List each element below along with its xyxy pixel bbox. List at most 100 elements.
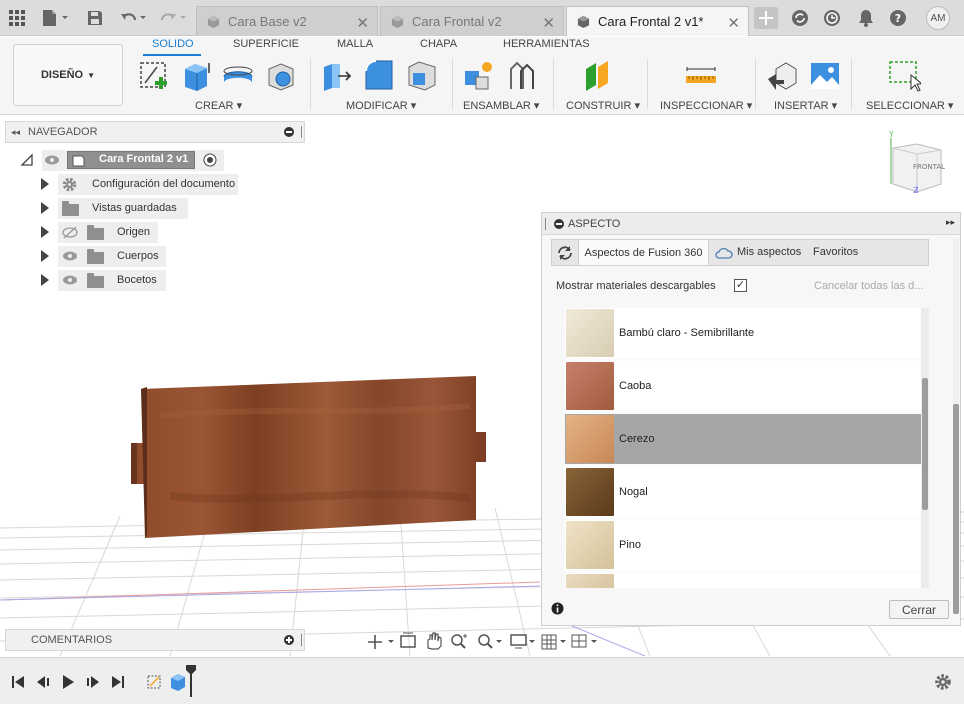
tab-cara-base[interactable]: Cara Base v2 ✕ (196, 6, 378, 36)
offset-plane-icon[interactable] (582, 59, 616, 93)
pin-icon[interactable] (301, 634, 302, 646)
collapse-left-icon[interactable]: ◂◂ (11, 127, 20, 138)
eye-hidden-icon[interactable] (62, 226, 78, 239)
fit-zoom-icon[interactable] (478, 634, 502, 649)
select-icon[interactable] (887, 59, 921, 93)
orbit-icon[interactable] (368, 635, 394, 649)
group-construir[interactable]: CONSTRUIR ▾ (566, 99, 640, 112)
timeline-extrude-feature-icon[interactable] (168, 671, 188, 693)
tab-solido[interactable]: SOLIDO (152, 38, 194, 50)
close-button[interactable]: Cerrar (889, 600, 949, 619)
new-tab-icon[interactable] (754, 7, 778, 29)
tab-fusion-appearances[interactable]: Aspectos de Fusion 360 (578, 240, 709, 265)
file-menu-icon[interactable] (40, 7, 70, 29)
sync-icon[interactable] (790, 7, 810, 29)
fillet-icon[interactable] (362, 59, 396, 93)
eye-icon[interactable] (44, 154, 60, 166)
undo-icon[interactable] (118, 7, 148, 29)
viewports-icon[interactable] (571, 634, 597, 648)
group-inspeccionar[interactable]: INSPECCIONAR ▾ (660, 99, 752, 112)
material-item-cerezo[interactable]: Cerezo (565, 414, 922, 464)
minimize-icon[interactable] (554, 218, 564, 229)
refresh-icon[interactable] (556, 244, 574, 262)
user-avatar[interactable]: AM (926, 6, 950, 30)
step-forward-icon[interactable] (86, 675, 100, 689)
extrude-icon[interactable] (179, 59, 213, 93)
tab-my-appearances[interactable]: Mis aspectos (737, 246, 801, 258)
create-sketch-icon[interactable] (137, 59, 171, 93)
play-icon[interactable] (61, 675, 75, 689)
job-status-icon[interactable] (822, 7, 842, 29)
activate-radio-icon[interactable] (203, 153, 217, 167)
info-icon[interactable] (551, 602, 564, 615)
workspace-switcher[interactable]: DISEÑO ▼ (13, 44, 123, 106)
tab-cara-frontal-2[interactable]: Cara Frontal 2 v1* ✕ (566, 6, 749, 36)
close-icon[interactable]: ✕ (542, 14, 555, 32)
save-icon[interactable] (86, 7, 104, 29)
wood-board-body[interactable] (131, 376, 486, 538)
expand-triangle-icon[interactable] (41, 250, 49, 262)
show-downloadable-checkbox[interactable]: ✓ (734, 279, 747, 292)
new-component-icon[interactable] (462, 59, 496, 93)
chamfer-icon[interactable] (405, 59, 439, 93)
scrollbar-thumb[interactable] (922, 378, 928, 510)
look-at-icon[interactable] (400, 632, 416, 648)
tab-favorites[interactable]: Favoritos (813, 246, 858, 258)
comments-header[interactable]: COMENTARIOS (5, 629, 305, 651)
display-settings-icon[interactable] (510, 634, 535, 649)
close-icon[interactable]: ✕ (356, 14, 369, 32)
material-item-bambu[interactable]: Bambú claro - Semibrillante (565, 308, 922, 358)
material-item-nogal[interactable]: Nogal (565, 467, 922, 517)
navigator-item-configuracion[interactable]: Configuración del documento (40, 174, 240, 195)
material-list-scrollbar[interactable] (921, 308, 929, 588)
tab-cara-frontal[interactable]: Cara Frontal v2 ✕ (380, 6, 564, 36)
material-item-caoba[interactable]: Caoba (565, 361, 922, 411)
go-to-start-icon[interactable] (11, 675, 25, 689)
shell-icon[interactable] (264, 59, 298, 93)
scrollbar-thumb[interactable] (953, 404, 959, 614)
press-pull-icon[interactable] (320, 59, 354, 93)
eye-icon[interactable] (62, 250, 78, 262)
navigator-item-origen[interactable]: Origen (40, 222, 160, 243)
apps-grid-icon[interactable] (8, 7, 26, 29)
step-back-icon[interactable] (36, 675, 50, 689)
material-item-pino[interactable]: Pino (565, 520, 922, 570)
timeline-settings-gear-icon[interactable] (934, 673, 952, 691)
cancel-downloads-link[interactable]: Cancelar todas las d... (814, 280, 923, 292)
expand-triangle-icon[interactable] (20, 153, 34, 167)
expand-triangle-icon[interactable] (41, 178, 49, 190)
timeline-sketch-feature-icon[interactable] (146, 672, 164, 692)
group-ensamblar[interactable]: ENSAMBLAR ▾ (463, 99, 539, 112)
grip-icon[interactable] (545, 217, 546, 230)
expand-triangle-icon[interactable] (41, 226, 49, 238)
eye-icon[interactable] (62, 274, 78, 286)
group-modificar[interactable]: MODIFICAR ▾ (346, 99, 416, 112)
tab-herramientas[interactable]: HERRAMIENTAS (503, 38, 590, 50)
minimize-icon[interactable] (284, 127, 294, 137)
appearance-dialog-header[interactable]: ASPECTO ▸▸ (542, 213, 960, 235)
expand-triangle-icon[interactable] (41, 202, 49, 214)
tab-superficie[interactable]: SUPERFICIE (233, 38, 299, 50)
tab-malla[interactable]: MALLA (337, 38, 373, 50)
close-icon[interactable]: ✕ (727, 14, 740, 32)
group-crear[interactable]: CREAR ▾ (195, 99, 242, 112)
navigator-item-vistas[interactable]: Vistas guardadas (40, 198, 190, 219)
redo-icon[interactable] (158, 7, 188, 29)
tab-chapa[interactable]: CHAPA (420, 38, 457, 50)
pin-icon[interactable] (301, 126, 302, 138)
navigator-item-bocetos[interactable]: Bocetos (40, 270, 168, 291)
timeline-marker[interactable] (186, 665, 196, 697)
add-comment-icon[interactable] (284, 635, 294, 645)
measure-icon[interactable] (684, 59, 718, 93)
navigator-header[interactable]: ◂◂ NAVEGADOR (5, 121, 305, 143)
insert-canvas-icon[interactable] (808, 59, 842, 93)
joint-icon[interactable] (505, 59, 539, 93)
notifications-bell-icon[interactable] (856, 7, 876, 29)
zoom-icon[interactable] (451, 634, 467, 649)
expand-right-icon[interactable]: ▸▸ (946, 217, 955, 228)
revolve-icon[interactable] (221, 59, 255, 93)
group-seleccionar[interactable]: SELECCIONAR ▾ (866, 99, 953, 112)
navigator-item-cuerpos[interactable]: Cuerpos (40, 246, 168, 267)
insert-derive-icon[interactable] (766, 59, 800, 93)
group-insertar[interactable]: INSERTAR ▾ (774, 99, 837, 112)
